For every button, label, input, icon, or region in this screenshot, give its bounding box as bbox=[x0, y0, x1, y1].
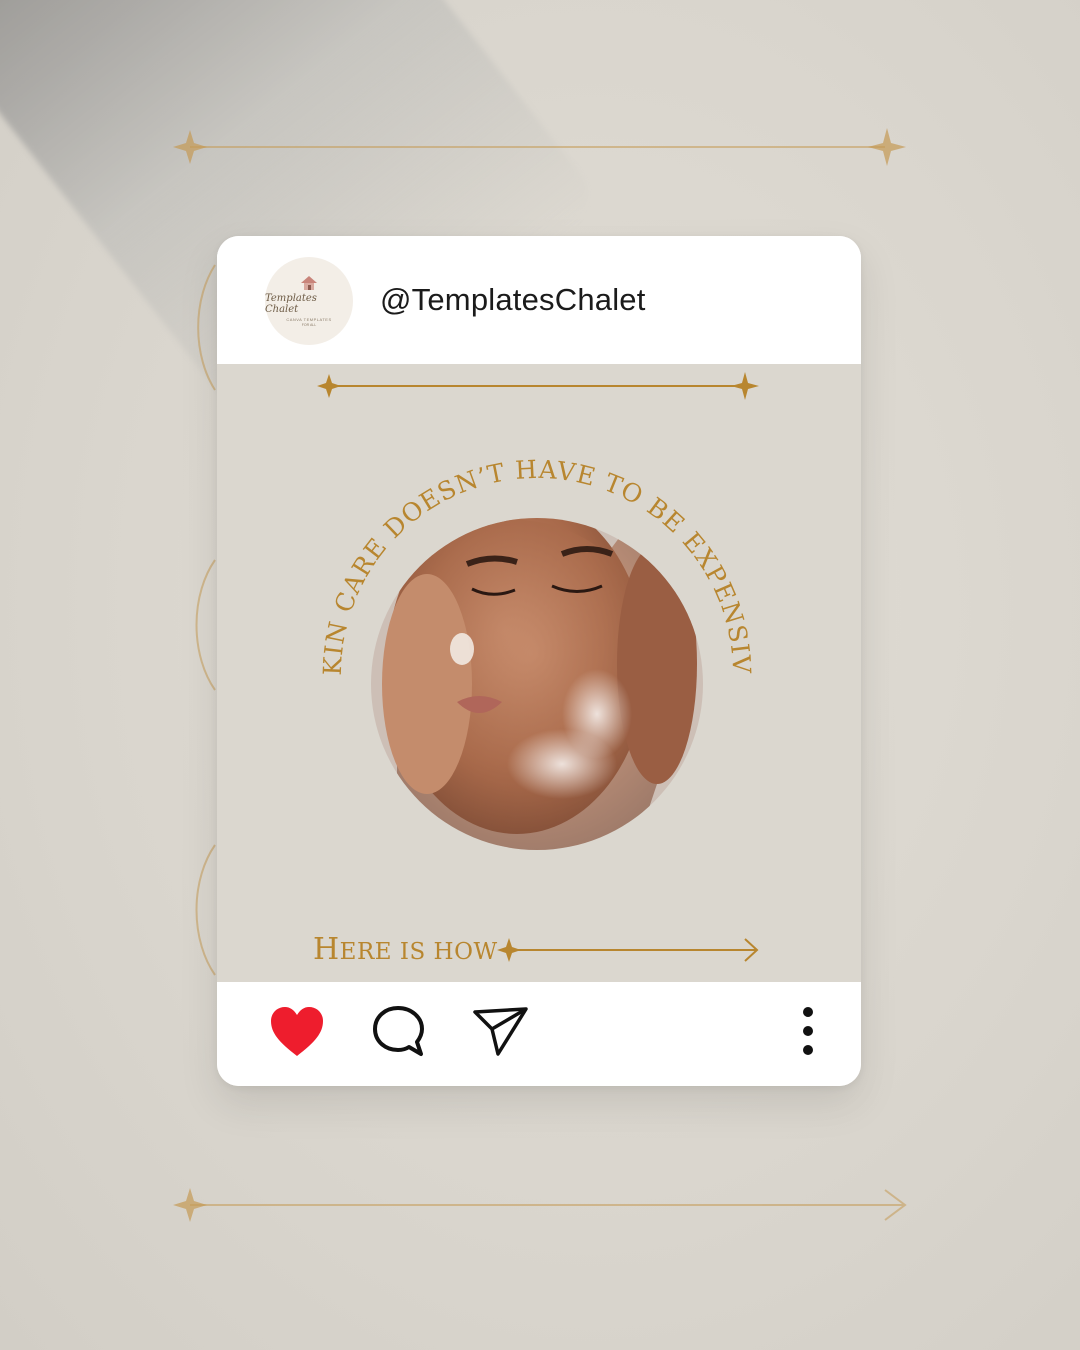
top-divider bbox=[317, 372, 759, 400]
avatar[interactable]: Templates Chalet CANVA TEMPLATES FOR ALL bbox=[265, 257, 353, 345]
post-artwork: SKIN CARE DOESN’T HAVE TO BE EXPENSIVE bbox=[217, 364, 759, 962]
vertical-dots-icon[interactable] bbox=[797, 1006, 819, 1056]
heart-icon[interactable] bbox=[269, 1006, 325, 1058]
paper-plane-icon[interactable] bbox=[472, 1004, 530, 1060]
post-image: SKIN CARE DOESN’T HAVE TO BE EXPENSIVE H… bbox=[217, 364, 861, 982]
avatar-subline: FOR ALL bbox=[301, 323, 317, 327]
chalet-house-icon bbox=[301, 276, 317, 290]
post-actions bbox=[217, 982, 861, 1086]
avatar-brand-text: Templates Chalet bbox=[265, 293, 317, 315]
cta-initial: H bbox=[313, 932, 340, 967]
bottom-arrow bbox=[497, 938, 759, 962]
cta-rest: ERE IS HOW bbox=[339, 939, 498, 965]
face-photo bbox=[371, 518, 703, 850]
cta-text: HERE IS HOW bbox=[313, 932, 498, 967]
post-header: Templates Chalet CANVA TEMPLATES FOR ALL… bbox=[217, 236, 861, 364]
avatar-tagline: CANVA TEMPLATES bbox=[286, 317, 332, 322]
speech-bubble-icon[interactable] bbox=[371, 1004, 427, 1060]
username[interactable]: @TemplatesChalet bbox=[380, 282, 646, 318]
instagram-post-card: Templates Chalet CANVA TEMPLATES FOR ALL… bbox=[217, 236, 861, 1086]
